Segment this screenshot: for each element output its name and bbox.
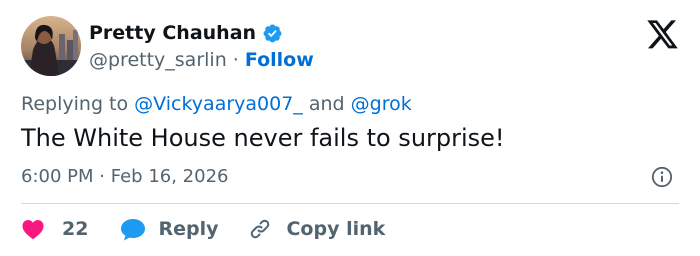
avatar[interactable] [21, 16, 81, 76]
avatar-photo [21, 16, 81, 76]
replying-conjunction: and [308, 93, 345, 115]
info-icon[interactable] [651, 166, 673, 188]
heart-icon [21, 218, 45, 240]
link-icon [248, 217, 272, 241]
reply-button[interactable]: Reply [120, 218, 218, 241]
speech-bubble-icon [120, 218, 146, 241]
author-handle-row: @pretty_sarlin · Follow [89, 47, 314, 73]
tweet-text: The White House never fails to surprise! [21, 124, 505, 152]
follow-button[interactable]: Follow [245, 49, 314, 71]
divider [21, 203, 679, 204]
x-logo-icon[interactable] [647, 20, 679, 50]
verified-badge-icon [262, 23, 283, 44]
action-bar: 22 Reply Copy link [21, 215, 385, 243]
tweet-time[interactable]: 6:00 PM [21, 166, 94, 187]
tweet-date[interactable]: Feb 16, 2026 [111, 166, 229, 187]
copy-link-button[interactable]: Copy link [248, 217, 385, 241]
handle-separator: · [232, 49, 239, 71]
like-count: 22 [62, 218, 89, 240]
replying-prefix: Replying to [21, 93, 129, 115]
author-name-row: Pretty Chauhan [89, 20, 283, 46]
like-button[interactable]: 22 [21, 218, 88, 240]
author-name[interactable]: Pretty Chauhan [89, 20, 256, 46]
reply-label: Reply [158, 218, 219, 240]
mention-link-2[interactable]: @grok [351, 93, 412, 115]
timestamp-separator: · [99, 166, 105, 187]
author-handle[interactable]: @pretty_sarlin [89, 49, 227, 71]
copy-link-label: Copy link [286, 218, 386, 240]
timestamp[interactable]: 6:00 PM · Feb 16, 2026 [21, 164, 228, 190]
reply-context: Replying to @Vickyaarya007_ and @grok [21, 91, 412, 117]
mention-link-1[interactable]: @Vickyaarya007_ [134, 93, 303, 115]
